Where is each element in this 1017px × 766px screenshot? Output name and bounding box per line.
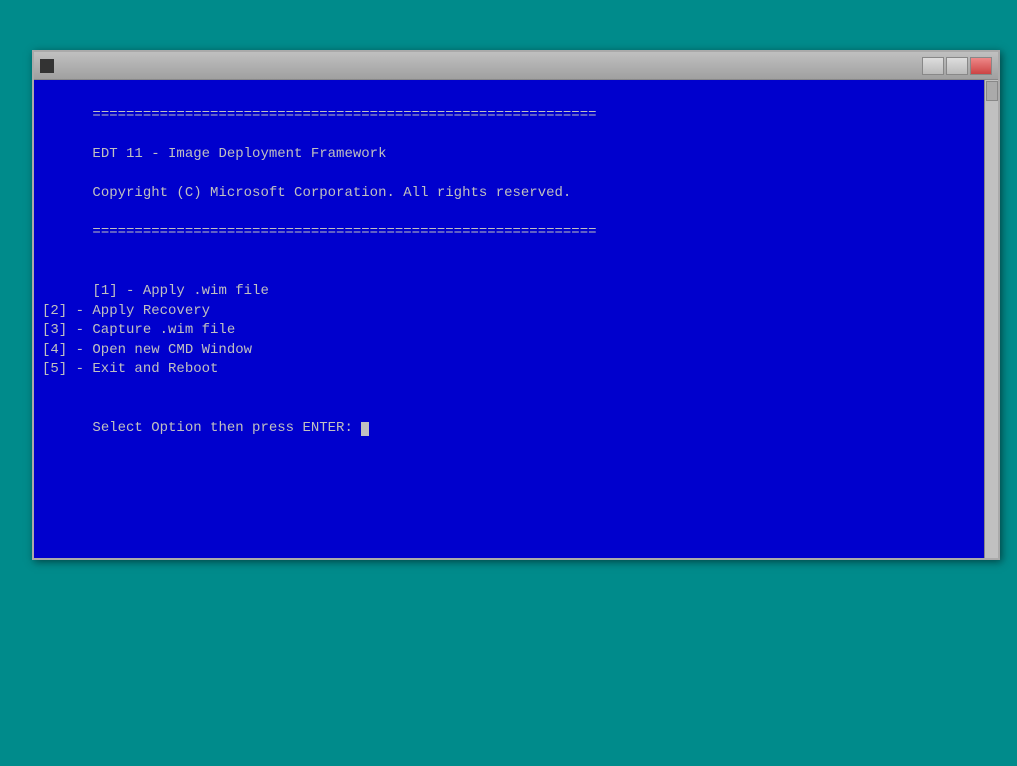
title-bar: [34, 52, 998, 80]
terminal-content: ========================================…: [42, 86, 990, 458]
maximize-button[interactable]: [946, 57, 968, 75]
cmd-window[interactable]: ========================================…: [32, 50, 1000, 560]
close-button[interactable]: [970, 57, 992, 75]
scrollbar[interactable]: [984, 80, 998, 558]
window-controls: [922, 57, 992, 75]
cmd-icon: [40, 59, 54, 73]
scrollbar-thumb[interactable]: [986, 81, 998, 101]
terminal-body[interactable]: ========================================…: [34, 80, 998, 558]
title-bar-left: [40, 59, 60, 73]
minimize-button[interactable]: [922, 57, 944, 75]
